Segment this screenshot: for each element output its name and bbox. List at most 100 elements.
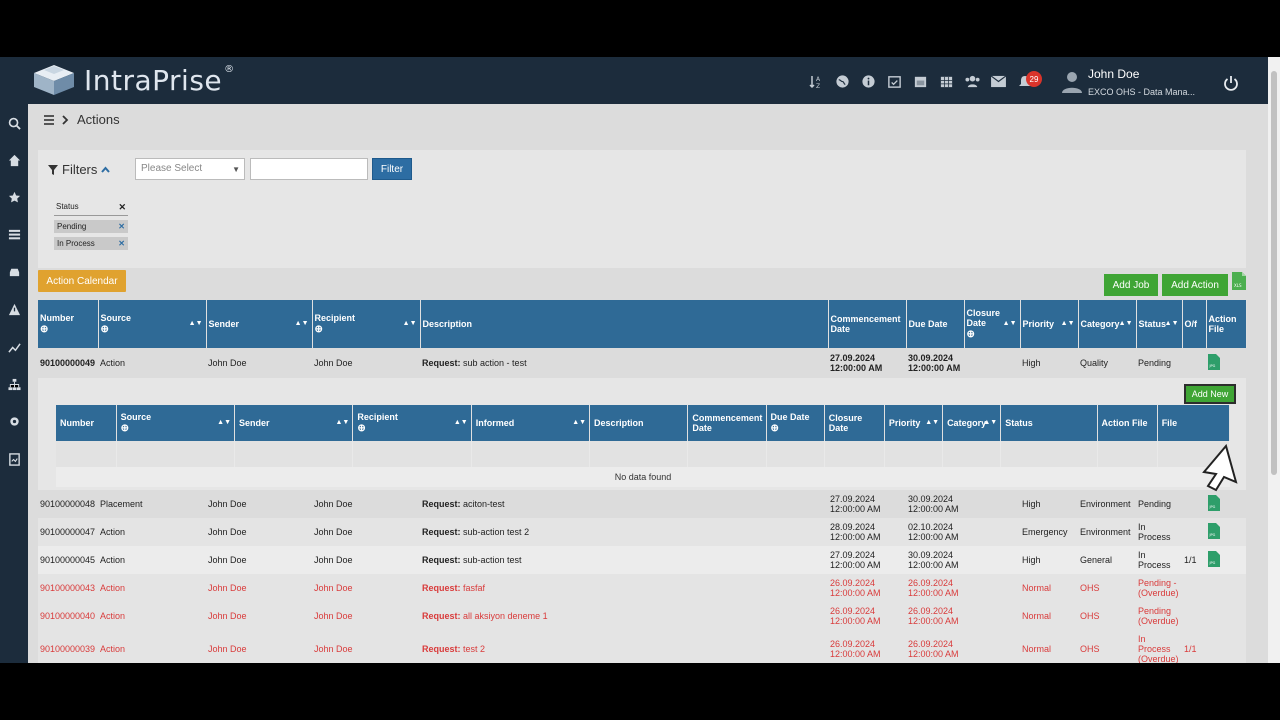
sub-col-sender[interactable]: Sender ▲▼ (234, 405, 354, 441)
filter-select[interactable]: Please Select ▼ (135, 158, 245, 180)
cell-action-file[interactable] (1206, 602, 1246, 630)
sub-col-due[interactable]: Due Date ⊕ (766, 405, 825, 441)
col-status[interactable]: Status ▲▼ (1136, 300, 1183, 348)
col-number[interactable]: Number ⊕ (38, 300, 99, 348)
calendar-icon[interactable] (912, 73, 929, 90)
cell-priority: High (1020, 546, 1078, 574)
home-icon[interactable] (7, 153, 21, 167)
logo[interactable]: IntraPrise ® (30, 63, 235, 97)
filter-button[interactable]: Filter (372, 158, 412, 180)
cell-source: Action (98, 546, 206, 574)
report-icon[interactable] (7, 452, 21, 466)
star-icon[interactable] (7, 190, 21, 204)
table-row[interactable]: 90100000045 Action John Doe John Doe Request… (38, 546, 1246, 574)
sub-col-file[interactable]: File (1157, 405, 1231, 441)
table-row[interactable]: 90100000040 Action John Doe John Doe Request… (38, 602, 1246, 630)
menu-icon[interactable] (44, 114, 54, 125)
sub-col-closure[interactable]: Closure Date (824, 405, 885, 441)
col-recipient[interactable]: Recipient ⊕ ▲▼ (312, 300, 421, 348)
filter-input[interactable] (250, 158, 368, 180)
list-icon[interactable] (7, 227, 21, 241)
table-row[interactable]: 90100000043 Action John Doe John Doe Request… (38, 574, 1246, 602)
col-category[interactable]: Category ▲▼ (1078, 300, 1137, 348)
line-chart-icon[interactable] (7, 340, 21, 354)
sub-col-number[interactable]: Number (56, 405, 117, 441)
sub-col-status[interactable]: Status (1000, 405, 1098, 441)
jpg-file-icon[interactable]: JPG (1208, 354, 1220, 370)
globe-icon[interactable] (834, 73, 851, 90)
info-icon[interactable] (860, 73, 877, 90)
jpg-file-icon[interactable]: JPG (1208, 523, 1220, 539)
power-icon[interactable] (1223, 75, 1239, 91)
cell-category: OHS (1078, 602, 1136, 630)
add-job-button[interactable]: Add Job (1104, 274, 1158, 296)
col-priority[interactable]: Priority ▲▼ (1020, 300, 1079, 348)
sub-col-informed[interactable]: Informed ▲▼ (471, 405, 591, 441)
page-title: Actions (77, 112, 120, 127)
add-new-button[interactable]: Add New (1184, 384, 1236, 404)
sort-az-icon[interactable]: AZ (808, 73, 825, 90)
jpg-file-icon[interactable]: JPG (1208, 495, 1220, 511)
col-sender[interactable]: Sender ▲▼ (206, 300, 313, 348)
calendar-grid-icon[interactable] (938, 73, 955, 90)
sub-col-recipient[interactable]: Recipient ⊕ ▲▼ (352, 405, 472, 441)
sub-col-commencement[interactable]: Commencement Date (687, 405, 767, 441)
table-row[interactable]: 90100000049 Action John Doe John Doe Req… (38, 348, 1246, 378)
user-name[interactable]: John Doe (1088, 67, 1139, 81)
cell-category: OHS (1078, 630, 1136, 663)
notification-badge[interactable]: 29 (1026, 71, 1042, 87)
add-action-button[interactable]: Add Action (1162, 274, 1228, 296)
search-icon[interactable] (7, 116, 21, 130)
sub-col-priority[interactable]: Priority ▲▼ (884, 405, 944, 441)
cell-commencement: 27.09.2024 12:00:00 AM (830, 353, 883, 373)
action-calendar-button[interactable]: Action Calendar (38, 270, 126, 292)
cell-priority: Normal (1020, 630, 1078, 663)
col-commencement-date[interactable]: Commencement Date (828, 300, 907, 348)
sub-col-category[interactable]: Category ▲▼ (942, 405, 1002, 441)
user-avatar-icon[interactable] (1060, 69, 1084, 93)
sub-col-action-file[interactable]: Action File (1097, 405, 1158, 441)
cell-number: 90100000040 (38, 602, 98, 630)
sub-col-description[interactable]: Description (589, 405, 689, 441)
scrollbar[interactable] (1268, 57, 1280, 663)
cell-commencement: 26.09.2024 12:00:00 AM (828, 602, 906, 630)
cell-due: 30.09.2024 12:00:00 AM (908, 494, 959, 514)
col-source[interactable]: Source ⊕ ▲▼ (98, 300, 207, 348)
scroll-thumb[interactable] (1271, 71, 1277, 475)
remove-chip-icon[interactable]: ✕ (118, 239, 125, 248)
remove-chip-icon[interactable]: ✕ (118, 222, 125, 231)
car-icon[interactable] (7, 264, 21, 278)
table-row[interactable]: 90100000039 Action John Doe John Doe Request… (38, 630, 1246, 663)
col-due-date[interactable]: Due Date (906, 300, 965, 348)
cell-of (1182, 518, 1206, 546)
letterbox-top (0, 0, 1280, 57)
cell-action-file[interactable] (1206, 630, 1246, 663)
cell-action-file[interactable]: JPG (1206, 490, 1246, 518)
col-closure-date[interactable]: Closure Date ⊕ ▲▼ (964, 300, 1021, 348)
col-description[interactable]: Description (420, 300, 829, 348)
excel-export-icon[interactable]: XLS (1232, 272, 1246, 290)
calendar-check-icon[interactable] (886, 73, 903, 90)
users-icon[interactable] (964, 73, 981, 90)
cell-action-file[interactable] (1206, 574, 1246, 602)
cell-action-file[interactable]: JPG (1206, 546, 1246, 574)
gear-icon[interactable] (7, 414, 21, 428)
table-row[interactable]: 90100000047 Action John Doe John Doe Request… (38, 518, 1246, 546)
sitemap-icon[interactable] (7, 377, 21, 391)
svg-text:JPG: JPG (1209, 533, 1216, 537)
warning-icon[interactable] (7, 302, 21, 316)
filters-toggle[interactable]: Filters (48, 162, 111, 177)
table-row[interactable]: 90100000048 Placement John Doe John Doe Requ… (38, 490, 1246, 518)
mouse-cursor-icon (1202, 444, 1238, 492)
clear-status-filter-icon[interactable]: ✕ (118, 202, 126, 213)
mail-icon[interactable] (990, 73, 1007, 90)
sub-col-source[interactable]: Source ⊕ ▲▼ (116, 405, 236, 441)
cell-recipient: John Doe (314, 358, 353, 368)
jpg-file-icon[interactable]: JPG (1208, 551, 1220, 567)
cell-recipient: John Doe (312, 518, 420, 546)
col-of[interactable]: O/f (1182, 300, 1207, 348)
cell-action-file[interactable]: JPG (1206, 348, 1246, 378)
col-action-file[interactable]: Action File (1206, 300, 1247, 348)
chevron-up-icon (101, 166, 111, 173)
cell-action-file[interactable]: JPG (1206, 518, 1246, 546)
